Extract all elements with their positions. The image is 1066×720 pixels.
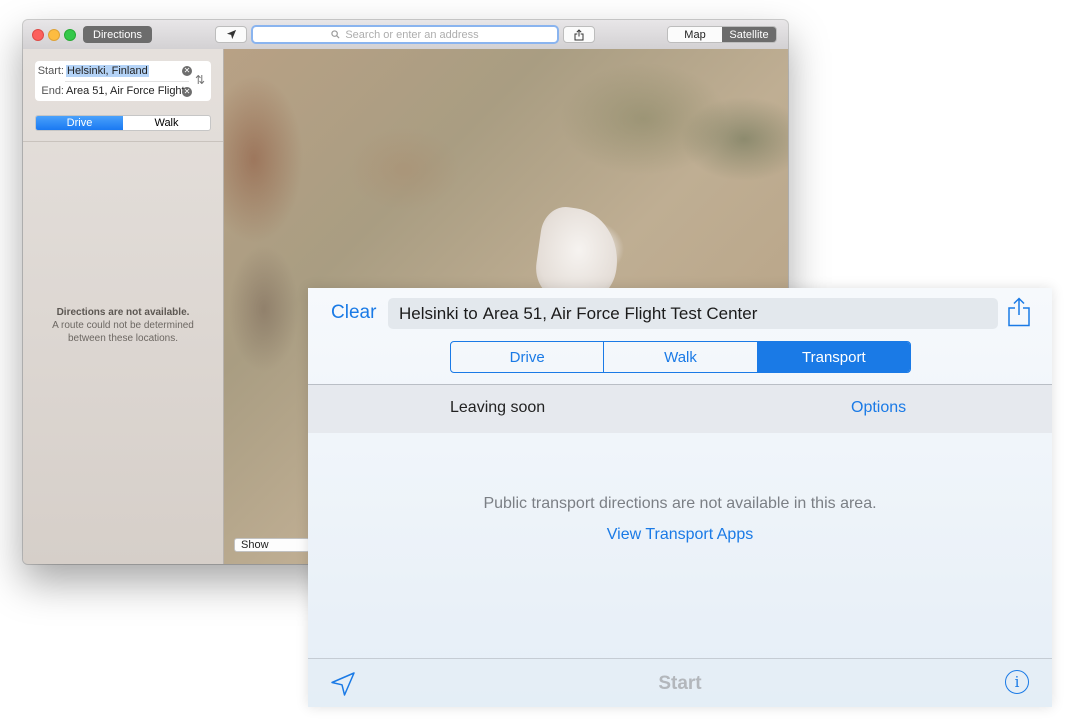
route-summary-field[interactable]: Helsinki to Area 51, Air Force Flight Te… (388, 298, 998, 329)
ios-drive-tab[interactable]: Drive (451, 342, 605, 372)
clear-button[interactable]: Clear (331, 302, 376, 324)
end-label: End: (41, 85, 64, 97)
start-button[interactable]: Start (308, 673, 1052, 695)
bottom-toolbar: Start i (308, 658, 1052, 707)
directions-button[interactable]: Directions (83, 26, 152, 43)
route-origin: Helsinki (399, 303, 459, 323)
search-field[interactable]: Search or enter an address (251, 25, 559, 44)
start-field[interactable]: Helsinki, Finland (66, 65, 149, 77)
sidebar-divider (23, 141, 223, 142)
ios-transport-tab[interactable]: Transport (757, 342, 910, 372)
ios-mode-segmented-control: Drive Walk Transport (450, 341, 911, 373)
mac-walk-tab[interactable]: Walk (123, 116, 210, 130)
start-row: Start: Helsinki, Finland (35, 61, 149, 81)
search-icon (331, 30, 340, 39)
start-label: Start: (37, 65, 64, 77)
route-inputs: Start: Helsinki, Finland ✕ End: Area 51,… (35, 61, 211, 101)
swap-icon[interactable]: ⇅ (195, 73, 205, 87)
directions-unavailable-message: Directions are not available. A route co… (23, 306, 223, 345)
route-connector: to (463, 303, 478, 323)
route-destination: Area 51, Air Force Flight Test Center (482, 303, 758, 323)
unavailable-title: Directions are not available. (56, 307, 190, 318)
mac-mode-segmented-control: Drive Walk (35, 115, 211, 131)
clear-start-icon[interactable]: ✕ (182, 66, 192, 76)
minimize-window-button[interactable] (48, 29, 60, 41)
zoom-window-button[interactable] (64, 29, 76, 41)
share-icon[interactable] (1007, 297, 1031, 327)
map-type-segmented-control: Map Satellite (667, 26, 777, 43)
end-row: End: Area 51, Air Force Flight (35, 81, 185, 101)
unavailable-line-1: A route could not be determined (52, 320, 194, 331)
view-transport-apps-link[interactable]: View Transport Apps (308, 526, 1052, 544)
ios-walk-tab[interactable]: Walk (604, 342, 758, 372)
location-arrow-icon (226, 29, 236, 40)
share-button[interactable] (563, 26, 595, 43)
leaving-soon-label: Leaving soon (450, 399, 546, 416)
close-window-button[interactable] (32, 29, 44, 41)
search-placeholder: Search or enter an address (345, 28, 479, 41)
satellite-button[interactable]: Satellite (722, 27, 776, 42)
options-button[interactable]: Options (851, 399, 906, 417)
unavailable-line-2: between these locations. (67, 333, 179, 344)
mac-drive-tab[interactable]: Drive (36, 116, 123, 130)
current-location-button[interactable] (215, 26, 247, 43)
title-bar: Directions Search or enter an address Ma… (23, 20, 788, 50)
ios-directions-panel: Clear Helsinki to Area 51, Air Force Fli… (308, 288, 1052, 707)
show-menu[interactable]: Show (234, 538, 310, 552)
end-field[interactable]: Area 51, Air Force Flight (66, 85, 185, 97)
map-button[interactable]: Map (668, 27, 722, 42)
directions-sidebar: Start: Helsinki, Finland ✕ End: Area 51,… (23, 49, 224, 564)
share-icon (574, 28, 584, 40)
clear-end-icon[interactable]: ✕ (182, 87, 192, 97)
transport-unavailable-message: Public transport directions are not avai… (483, 495, 877, 512)
departure-options-bar: Leaving soon Options (308, 384, 1052, 433)
info-icon[interactable]: i (1005, 670, 1029, 694)
